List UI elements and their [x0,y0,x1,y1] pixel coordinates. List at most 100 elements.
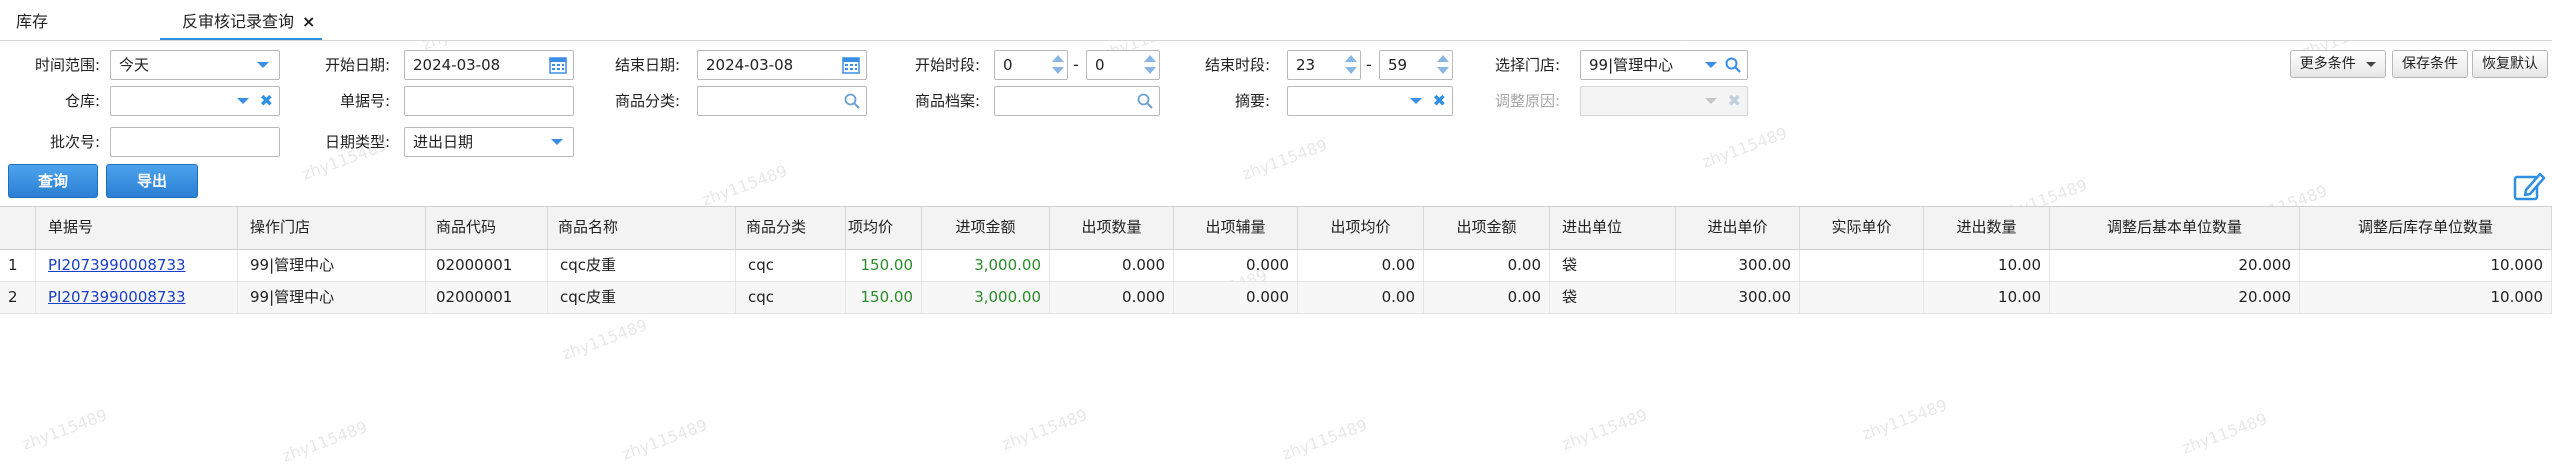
date-type-select[interactable]: 进出日期 [404,127,574,157]
tab-label: 反审核记录查询 [182,12,295,31]
chevron-down-icon [257,62,269,68]
col-header[interactable]: 操作门店 [238,207,426,249]
col-header[interactable]: 调整后库存单位数量 [2300,207,2552,249]
watermark: zhy115489 [619,415,710,464]
col-header[interactable]: 单据号 [36,207,238,249]
query-button[interactable]: 查询 [8,164,98,198]
save-conditions-button[interactable]: 保存条件 [2392,50,2468,78]
col-header[interactable]: 项均价 [846,207,922,249]
table-cell: 袋 [1550,282,1676,313]
calendar-icon[interactable] [842,56,860,74]
table-cell: 02000001 [426,250,548,281]
tab-reverse-audit-query[interactable]: 反审核记录查询 × [160,6,322,40]
table-cell: 袋 [1550,250,1676,281]
store-label: 选择门店: [1494,56,1560,74]
watermark: zhy115489 [1279,415,1370,464]
calendar-icon[interactable] [549,56,567,74]
archive-input[interactable] [994,86,1160,116]
col-header[interactable]: 出项均价 [1298,207,1424,249]
restore-default-button[interactable]: 恢复默认 [2472,50,2548,78]
col-header[interactable]: 商品分类 [736,207,846,249]
tab-inventory[interactable]: 库存 [16,6,48,40]
search-icon[interactable] [1137,93,1153,109]
restore-default-label: 恢复默认 [2482,56,2538,72]
table-cell [1800,282,1924,313]
table-cell: 300.00 [1676,250,1800,281]
start-minute-value: 0 [1095,56,1105,74]
search-icon[interactable] [844,93,860,109]
spinner-arrows-icon[interactable] [1344,53,1358,77]
table-row[interactable]: 2 PI2073990008733 99|管理中心 02000001 cqc皮重… [0,282,2552,314]
warehouse-select[interactable]: ✖ [110,86,280,116]
col-header[interactable]: 出项金额 [1424,207,1550,249]
start-minute-spinner[interactable]: 0 [1086,50,1160,80]
search-icon[interactable] [1725,57,1741,73]
table-cell [1800,250,1924,281]
store-select[interactable]: 99|管理中心 [1580,50,1748,80]
table-cell: 0.000 [1050,250,1174,281]
category-input[interactable] [697,86,867,116]
end-hour-spinner[interactable]: 23 [1287,50,1361,80]
col-header[interactable]: 进出单位 [1550,207,1676,249]
start-time-label: 开始时段: [914,56,980,74]
table-cell: 0.000 [1174,282,1298,313]
watermark: zhy115489 [559,315,650,364]
more-conditions-label: 更多条件 [2299,56,2356,72]
spinner-arrows-icon[interactable] [1051,53,1065,77]
watermark: zhy115489 [19,405,110,454]
doc-no-link[interactable]: PI2073990008733 [36,282,238,313]
watermark: zhy115489 [999,405,1090,454]
doc-no-link[interactable]: PI2073990008733 [36,250,238,281]
chevron-down-icon[interactable] [1705,62,1717,68]
table-cell: 99|管理中心 [238,282,426,313]
category-label: 商品分类: [614,92,680,110]
watermark: zhy115489 [1559,405,1650,454]
end-date-input[interactable]: 2024-03-08 [697,50,867,80]
col-header[interactable]: 商品代码 [426,207,548,249]
start-date-input[interactable]: 2024-03-08 [404,50,574,80]
edit-icon[interactable] [2512,170,2546,204]
chevron-down-icon[interactable] [237,98,249,104]
col-header[interactable]: 出项辅量 [1174,207,1298,249]
batch-no-input[interactable] [110,127,280,157]
time-range-select[interactable]: 今天 [110,50,280,80]
col-header[interactable]: 商品名称 [548,207,736,249]
tab-bar: 库存 反审核记录查询 × [0,0,2552,41]
close-icon[interactable]: × [302,12,315,31]
more-conditions-button[interactable]: 更多条件 [2290,50,2386,78]
start-hour-spinner[interactable]: 0 [994,50,1068,80]
end-date-value: 2024-03-08 [706,56,794,74]
spinner-arrows-icon[interactable] [1436,53,1450,77]
clear-icon: ✖ [1727,91,1741,110]
table-cell: 300.00 [1676,282,1800,313]
watermark: zhy115489 [1859,395,1950,444]
chevron-down-icon[interactable] [1410,98,1422,104]
clear-icon[interactable]: ✖ [260,87,273,115]
spinner-arrows-icon[interactable] [1143,53,1157,77]
row-number: 2 [0,282,36,313]
time-range-value: 今天 [119,56,150,74]
col-header[interactable]: 调整后基本单位数量 [2050,207,2300,249]
col-header[interactable]: 出项数量 [1050,207,1174,249]
summary-label: 摘要: [1234,92,1270,110]
table-cell: 3,000.00 [922,250,1050,281]
col-header[interactable]: 进出单价 [1676,207,1800,249]
export-button[interactable]: 导出 [106,164,198,198]
reason-select: ✖ [1580,86,1748,116]
date-type-label: 日期类型: [324,133,390,151]
col-header[interactable]: 进出数量 [1924,207,2050,249]
save-conditions-label: 保存条件 [2402,56,2458,72]
end-minute-spinner[interactable]: 59 [1379,50,1453,80]
clear-icon[interactable]: ✖ [1433,87,1446,115]
col-header[interactable]: 实际单价 [1800,207,1924,249]
summary-select[interactable]: ✖ [1287,86,1453,116]
table-cell: 0.00 [1424,282,1550,313]
table-row[interactable]: 1 PI2073990008733 99|管理中心 02000001 cqc皮重… [0,250,2552,282]
table-cell: 0.00 [1424,250,1550,281]
table-cell: 10.000 [2300,250,2552,281]
table-cell: cqc皮重 [548,250,736,281]
row-number-header [0,207,36,249]
time-separator: - [1073,55,1079,74]
col-header[interactable]: 进项金额 [922,207,1050,249]
doc-no-input[interactable] [404,86,574,116]
